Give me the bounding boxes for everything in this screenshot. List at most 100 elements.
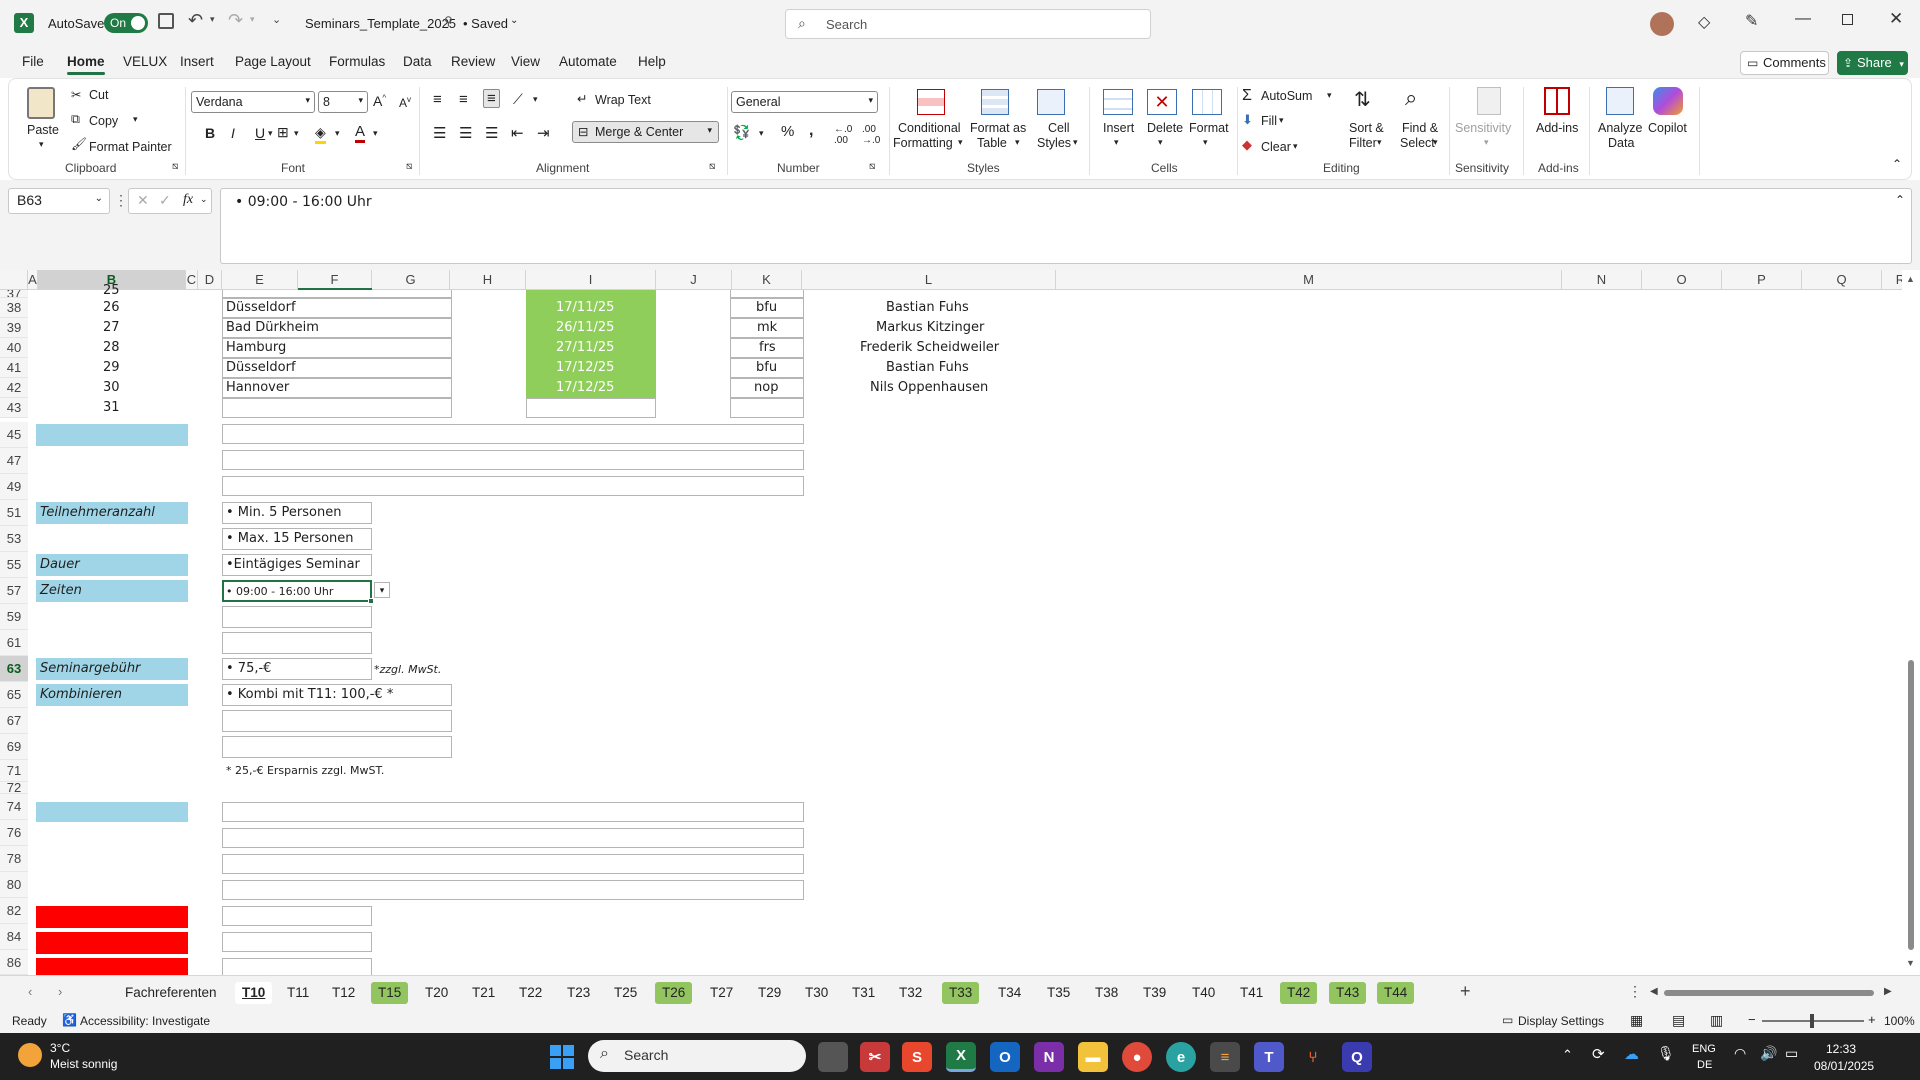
dropdown-arrow-button[interactable]: ▾	[374, 582, 390, 598]
row-header[interactable]: 43	[0, 398, 28, 418]
column-header[interactable]: F	[298, 270, 372, 290]
trainer-cell[interactable]: Bastian Fuhs	[886, 359, 969, 377]
font-name-select[interactable]: Verdana ▾	[191, 91, 315, 113]
underline-dropdown-icon[interactable]: ▾	[268, 128, 273, 139]
row-header[interactable]: 82	[0, 898, 28, 924]
sheet-tab[interactable]: T23	[560, 982, 597, 1004]
menu-review[interactable]: Review	[451, 54, 495, 69]
row-header[interactable]: 63	[0, 656, 28, 682]
row-header[interactable]: 86	[0, 950, 28, 975]
input-box[interactable]	[222, 958, 372, 975]
row-header[interactable]: 51	[0, 500, 28, 526]
menu-data[interactable]: Data	[403, 54, 432, 69]
undo-icon[interactable]: ↶	[188, 10, 203, 31]
sheet-tab[interactable]: T21	[465, 982, 502, 1004]
sheet-tab[interactable]: T35	[1040, 982, 1077, 1004]
selected-times-cell[interactable]: • 09:00 - 16:00 Uhr	[222, 580, 374, 604]
cut-button[interactable]: Cut	[89, 88, 108, 102]
next-sheet-icon[interactable]: ›	[58, 984, 62, 999]
code-cell[interactable]: mk	[757, 319, 777, 337]
sheet-tab[interactable]: T42	[1280, 982, 1318, 1004]
trainer-cell[interactable]: Markus Kitzinger	[876, 319, 984, 337]
add-ins-icon[interactable]	[1544, 87, 1570, 115]
scroll-up-icon[interactable]: ▲	[1906, 274, 1915, 284]
sheet-tab[interactable]: T25	[607, 982, 644, 1004]
date-cell[interactable]: 27/11/25	[556, 339, 614, 357]
clear-dropdown-icon[interactable]: ▾	[1293, 141, 1298, 152]
row-header[interactable]: 40	[0, 338, 28, 358]
name-box[interactable]: B63 ⌄	[8, 188, 110, 214]
date-cell[interactable]: 17/12/25	[556, 379, 614, 397]
column-header[interactable]: D	[198, 270, 222, 290]
decrease-indent-icon[interactable]: ⇤	[511, 124, 524, 142]
autosum-dropdown-icon[interactable]: ▾	[1327, 90, 1332, 101]
task-view-icon[interactable]	[818, 1042, 848, 1072]
row-header[interactable]: 80	[0, 872, 28, 898]
page-layout-view-icon[interactable]: ▤	[1672, 1012, 1685, 1029]
menu-insert[interactable]: Insert	[180, 54, 214, 69]
percent-icon[interactable]: %	[781, 123, 794, 140]
onenote-icon[interactable]: N	[1034, 1042, 1064, 1072]
sheet-tab[interactable]: T33	[942, 982, 980, 1004]
increase-decimal-icon[interactable]: ←.0.00	[834, 124, 852, 146]
row-number[interactable]: 28	[103, 339, 120, 357]
find-select-button[interactable]: Find &	[1402, 121, 1438, 135]
normal-view-icon[interactable]: ▦	[1630, 1012, 1643, 1029]
battery-icon[interactable]: ▭	[1785, 1045, 1798, 1062]
zoom-slider[interactable]	[1762, 1014, 1864, 1028]
more-options-icon[interactable]: ⋮	[114, 192, 128, 209]
duration-cell[interactable]: •Eintägiges Seminar	[222, 554, 372, 576]
accessibility-status[interactable]: Accessibility: Investigate	[80, 1014, 210, 1028]
start-icon[interactable]	[550, 1045, 574, 1069]
increase-font-icon[interactable]: A^	[373, 93, 386, 109]
vertical-scroll-thumb[interactable]	[1908, 660, 1914, 950]
cell-styles-icon[interactable]	[1037, 89, 1065, 115]
row-number[interactable]: 27	[103, 319, 120, 337]
row-header[interactable]: 47	[0, 448, 28, 474]
city-cell[interactable]: Hannover	[226, 379, 289, 397]
more-sheets-icon[interactable]: ⋮	[1628, 983, 1642, 1000]
sheet-tab[interactable]: T43	[1329, 982, 1367, 1004]
row-number[interactable]: 30	[103, 379, 120, 397]
borders-icon[interactable]: ⊞	[277, 124, 289, 141]
red-label-cell[interactable]	[36, 958, 188, 975]
sheet-tab[interactable]: T12	[325, 982, 362, 1004]
language-bottom[interactable]: DE	[1697, 1059, 1712, 1071]
menu-velux[interactable]: VELUX	[123, 54, 167, 69]
row-number[interactable]: 25	[103, 282, 120, 298]
sheet-tab[interactable]: T29	[751, 982, 788, 1004]
undo-dropdown-icon[interactable]: ▾	[210, 14, 215, 25]
number-launcher-icon[interactable]: ⧅	[869, 161, 875, 172]
font-color-icon[interactable]: A	[355, 123, 366, 143]
row-header[interactable]: 55	[0, 552, 28, 578]
align-left-icon[interactable]: ☰	[433, 124, 446, 142]
collapse-ribbon-icon[interactable]: ⌃	[1892, 157, 1902, 171]
sheet-tab[interactable]: T20	[418, 982, 455, 1004]
autosave-toggle[interactable]: On	[104, 13, 148, 33]
format-painter-icon[interactable]: 🖌	[71, 137, 87, 152]
formula-input[interactable]: • 09:00 - 16:00 Uhr ⌃	[220, 188, 1912, 264]
row-header[interactable]: 57	[0, 578, 28, 604]
row-header[interactable]: 67	[0, 708, 28, 734]
cut-icon[interactable]: ✂	[71, 87, 81, 102]
column-header[interactable]: I	[526, 270, 656, 290]
minimize-icon[interactable]: —	[1795, 10, 1811, 28]
row-header[interactable]: 39	[0, 318, 28, 338]
input-box[interactable]	[222, 828, 804, 848]
onedrive-icon[interactable]: ☁	[1624, 1045, 1639, 1063]
city-cell[interactable]: Düsseldorf	[226, 299, 296, 317]
search-box[interactable]: ⌕ Search	[785, 9, 1151, 39]
city-cell[interactable]: Hamburg	[226, 339, 286, 357]
weather-icon[interactable]	[18, 1043, 42, 1067]
wrap-text-button[interactable]: Wrap Text	[595, 93, 651, 107]
input-box[interactable]	[222, 906, 372, 926]
align-bottom-icon[interactable]: ≡	[483, 89, 500, 108]
insert-cells-icon[interactable]	[1103, 89, 1133, 115]
borders-dropdown-icon[interactable]: ▾	[294, 128, 299, 139]
row-header[interactable]: 78	[0, 846, 28, 872]
clock-time[interactable]: 12:33	[1826, 1042, 1856, 1056]
copy-icon[interactable]: ⧉	[71, 112, 80, 127]
combo-cell[interactable]: • Kombi mit T11: 100,-€ *	[222, 684, 452, 706]
paste-dropdown-icon[interactable]: ▾	[39, 139, 44, 150]
save-icon[interactable]	[158, 13, 174, 29]
